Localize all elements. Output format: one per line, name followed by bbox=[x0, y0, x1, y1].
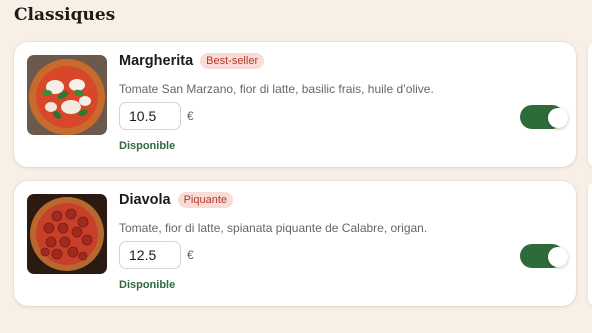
item-description: Tomate, fior di latte, spianata piquante… bbox=[119, 221, 428, 235]
spicy-badge: Piquante bbox=[177, 192, 234, 208]
menu-item-card: Margherita Best-seller Tomate San Marzan… bbox=[14, 42, 576, 167]
currency-label: € bbox=[187, 248, 194, 262]
item-header: Diavola Piquante bbox=[119, 192, 234, 208]
item-description: Tomate San Marzano, fior di latte, basil… bbox=[119, 82, 434, 96]
pizza-diavola-image bbox=[27, 194, 107, 274]
availability-status: Disponible bbox=[119, 279, 176, 291]
toggle-knob[interactable] bbox=[548, 247, 568, 267]
menu-item-card: Diavola Piquante Tomate, fior di latte, … bbox=[14, 181, 576, 306]
pizza-margherita-image bbox=[27, 55, 107, 135]
section-title: Classiques bbox=[14, 5, 116, 25]
price-input[interactable] bbox=[119, 102, 181, 130]
item-name: Margherita bbox=[119, 53, 194, 69]
availability-status: Disponible bbox=[119, 140, 176, 152]
next-card-edge bbox=[588, 181, 592, 306]
price-input[interactable] bbox=[119, 241, 181, 269]
bestseller-badge: Best-seller bbox=[200, 53, 265, 69]
item-header: Margherita Best-seller bbox=[119, 53, 265, 69]
item-name: Diavola bbox=[119, 192, 171, 208]
next-card-edge bbox=[588, 42, 592, 167]
toggle-knob[interactable] bbox=[548, 108, 568, 128]
currency-label: € bbox=[187, 109, 194, 123]
